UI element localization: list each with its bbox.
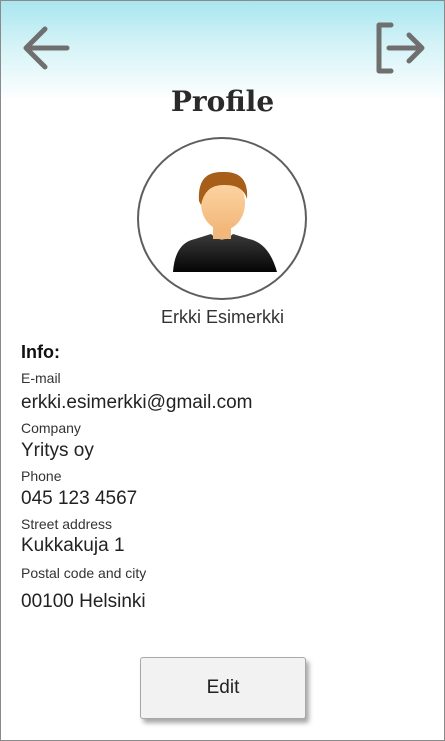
email-label: E-mail xyxy=(21,370,61,386)
profile-screen: Profile Erkki Esimerkki Info: E-mail erk… xyxy=(0,0,445,741)
user-name: Erkki Esimerkki xyxy=(160,307,284,327)
postal-city-label: Postal code and city xyxy=(21,565,147,581)
company-value: Yritys oy xyxy=(21,440,94,461)
avatar xyxy=(137,137,307,300)
edit-button[interactable]: Edit xyxy=(140,657,306,719)
phone-value: 045 123 4567 xyxy=(21,488,138,509)
street-address-label: Street address xyxy=(21,516,113,532)
postal-city-value: 00100 Helsinki xyxy=(21,591,146,612)
logout-icon xyxy=(376,22,425,74)
info-heading: Info: xyxy=(21,342,60,362)
back-button[interactable] xyxy=(19,21,73,75)
page-title: Profile xyxy=(170,85,275,118)
email-value: erkki.esimerkki@gmail.com xyxy=(21,392,253,413)
street-address-value: Kukkakuja 1 xyxy=(21,535,125,556)
phone-label: Phone xyxy=(21,468,62,484)
user-avatar-icon xyxy=(173,171,277,272)
company-label: Company xyxy=(21,420,81,436)
logout-button[interactable] xyxy=(371,21,427,75)
arrow-left-icon xyxy=(23,26,70,70)
